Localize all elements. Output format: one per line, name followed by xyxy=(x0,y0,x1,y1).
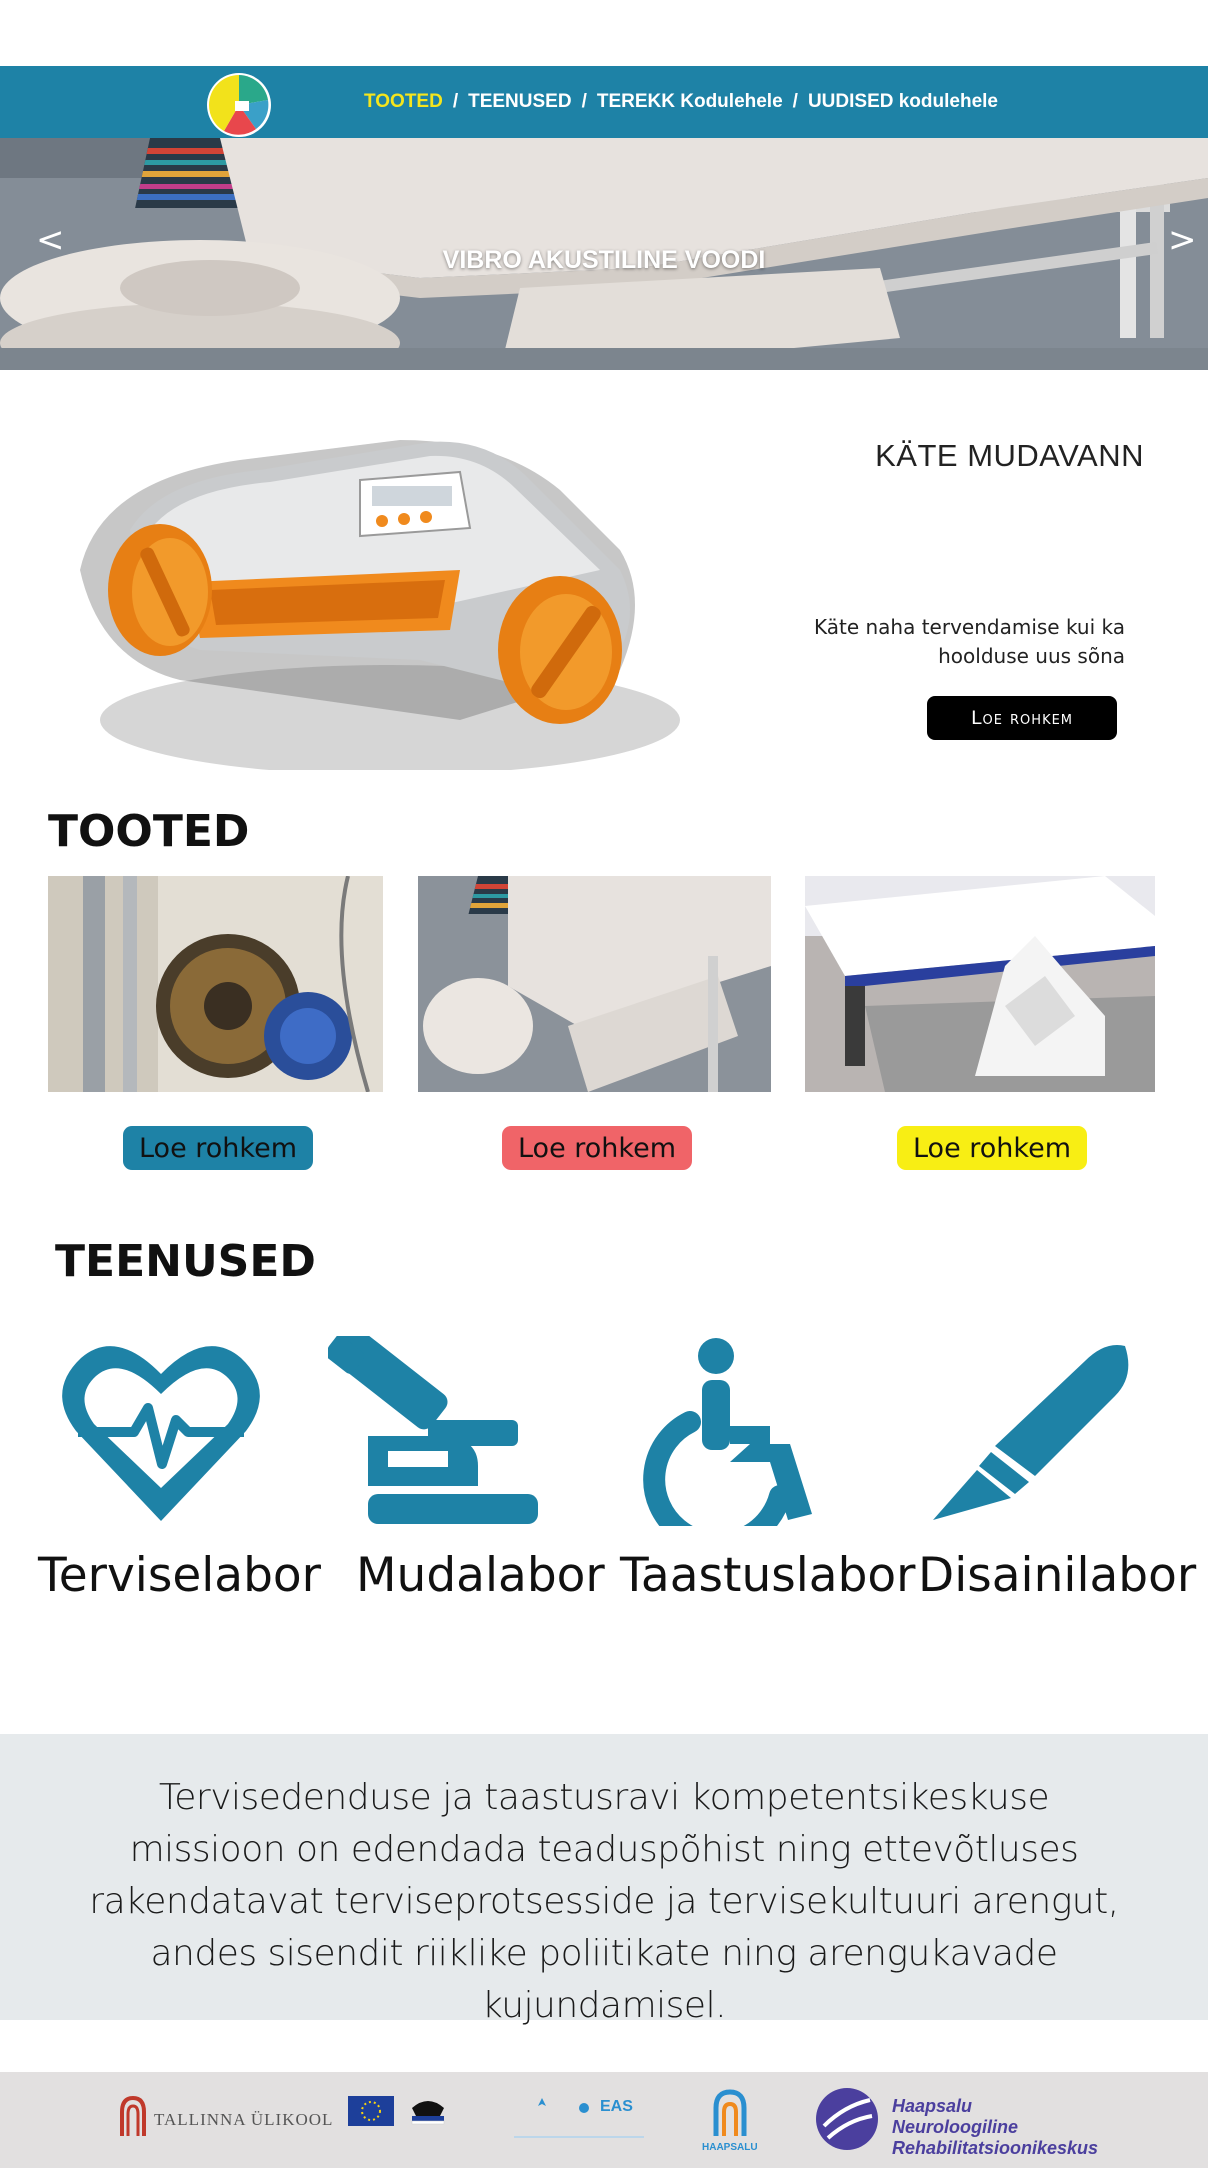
product-image-vibration-device[interactable] xyxy=(48,876,383,1092)
featured-read-more-button[interactable]: Loe rohkem xyxy=(927,696,1117,740)
mission-section: Tervisedenduse ja taastusravi kompetents… xyxy=(0,1734,1208,2026)
nav-item-tooted[interactable]: TOOTED xyxy=(364,91,443,113)
service-label-disainilabor[interactable]: Disainilabor xyxy=(918,1548,1196,1603)
mud-bath-device-image xyxy=(80,440,680,770)
hnrk-name: Haapsalu Neuroloogiline Rehabilitatsioon… xyxy=(892,2096,1098,2159)
service-label-mudalabor[interactable]: Mudalabor xyxy=(356,1548,605,1603)
product-read-more-button[interactable]: Loe rohkem xyxy=(502,1126,692,1170)
mission-statement: Tervisedenduse ja taastusravi kompetents… xyxy=(40,1772,1168,2032)
featured-product-description: Käte naha tervendamise kui ka hoolduse u… xyxy=(813,615,1125,668)
mission-line: Tervisedenduse ja taastusravi kompetents… xyxy=(158,1777,1050,1818)
site-logo[interactable] xyxy=(204,70,274,140)
partners-footer: TALLINNA ÜLIKOOL EAS HAAPSALU Haapsalu N… xyxy=(0,2072,1208,2168)
service-label-terviselabor[interactable]: Terviselabor xyxy=(38,1548,321,1603)
eu-funds-logo[interactable] xyxy=(348,2094,458,2144)
product-read-more-button[interactable]: Loe rohkem xyxy=(123,1126,313,1170)
service-label-taastuslabor[interactable]: Taastuslabor xyxy=(620,1548,916,1603)
hnrk-logo[interactable]: Haapsalu Neuroloogiline Rehabilitatsioon… xyxy=(814,2086,1114,2158)
products-heading: TOOTED xyxy=(48,806,250,857)
hnrk-line: Neuroloogiline xyxy=(892,2117,1018,2137)
slider-next-arrow[interactable]: > xyxy=(1168,220,1197,260)
hnrk-emblem-icon xyxy=(816,2088,878,2150)
featured-product-title: KÄTE MUDAVANN xyxy=(875,438,1144,473)
services-heading: TEENUSED xyxy=(55,1236,316,1287)
microscope-icon[interactable] xyxy=(328,1336,538,1526)
hero-caption: VIBRO AKUSTILINE VOODI xyxy=(442,246,766,274)
haapsalu-caption: HAAPSALU xyxy=(702,2142,758,2153)
mission-line: andes sisendit riiklike poliitikate ning… xyxy=(150,1933,1058,2026)
tallinn-university-name: TALLINNA ÜLIKOOL xyxy=(154,2110,334,2129)
haapsalu-city-logo[interactable]: HAAPSALU xyxy=(700,2086,760,2156)
tallinn-university-logo[interactable]: TALLINNA ÜLIKOOL xyxy=(118,2094,338,2144)
nav-separator: / xyxy=(581,91,587,112)
nav-separator: / xyxy=(452,91,459,112)
mission-line: missioon on edendada teaduspõhist ning e… xyxy=(129,1829,1079,1870)
top-navigation-bar: TOOTED / TEENUSED / TEREKK Kodulehele / … xyxy=(0,66,1208,138)
nav-item-terekk[interactable]: TEREKK Kodulehele xyxy=(597,91,783,113)
heart-pulse-icon[interactable] xyxy=(56,1336,266,1526)
nav-separator: / xyxy=(792,91,798,112)
eas-logo[interactable]: EAS xyxy=(514,2094,644,2150)
scalpel-icon[interactable] xyxy=(925,1336,1135,1526)
product-image-vibroacoustic-bed[interactable] xyxy=(418,876,771,1092)
tlu-emblem-icon xyxy=(120,2095,146,2136)
product-image-mud-bath[interactable] xyxy=(805,876,1155,1092)
nav-item-uudised[interactable]: UUDISED kodulehele xyxy=(808,91,998,113)
eas-text: EAS xyxy=(600,2098,633,2115)
mission-line: rakendatavat terviseprotsesside ja tervi… xyxy=(89,1881,1119,1922)
hnrk-line: Rehabilitatsioonikeskus xyxy=(892,2138,1099,2158)
wheelchair-icon[interactable] xyxy=(640,1336,850,1526)
main-menu: TOOTED / TEENUSED / TEREKK Kodulehele / … xyxy=(364,66,998,138)
product-read-more-button[interactable]: Loe rohkem xyxy=(897,1126,1087,1170)
hnrk-line: Haapsalu xyxy=(892,2096,973,2116)
nav-item-teenused[interactable]: TEENUSED xyxy=(468,91,571,113)
hero-slider: < VIBRO AKUSTILINE VOODI > xyxy=(0,138,1208,370)
